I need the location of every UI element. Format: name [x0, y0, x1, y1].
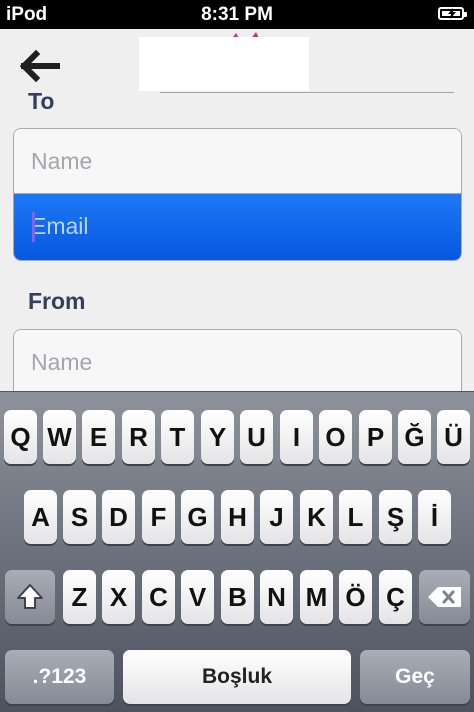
from-label: From	[28, 288, 86, 314]
text-cursor	[32, 212, 35, 242]
shift-key[interactable]	[5, 570, 55, 624]
from-name-field[interactable]: Name	[14, 330, 461, 395]
key-a[interactable]: A	[24, 490, 57, 544]
key-c[interactable]: C	[142, 570, 175, 624]
keyboard: Q W E R T Y U I O P Ğ Ü A S D F G H J K …	[0, 391, 474, 712]
app-header	[0, 29, 474, 93]
header-divider	[160, 92, 454, 93]
key-q[interactable]: Q	[4, 410, 37, 464]
key-p[interactable]: P	[359, 410, 392, 464]
key-l[interactable]: L	[339, 490, 372, 544]
key-b[interactable]: B	[221, 570, 254, 624]
space-key[interactable]: Boşluk	[123, 650, 351, 704]
numbers-key[interactable]: .?123	[5, 650, 114, 704]
key-u[interactable]: U	[240, 410, 273, 464]
shift-icon	[17, 584, 43, 609]
key-d[interactable]: D	[102, 490, 135, 544]
key-u-umlaut[interactable]: Ü	[437, 410, 470, 464]
status-time: 8:31 PM	[201, 4, 273, 25]
delete-key[interactable]	[419, 570, 470, 624]
key-n[interactable]: N	[260, 570, 293, 624]
return-key[interactable]: Geç	[360, 650, 470, 704]
key-w[interactable]: W	[43, 410, 76, 464]
key-i-dotted[interactable]: İ	[418, 490, 451, 544]
arrow-left-icon	[19, 49, 60, 83]
key-o-umlaut[interactable]: Ö	[339, 570, 372, 624]
logo	[139, 37, 309, 91]
to-name-field[interactable]: Name	[14, 129, 461, 194]
key-z[interactable]: Z	[63, 570, 96, 624]
key-i[interactable]: I	[280, 410, 313, 464]
key-r[interactable]: R	[122, 410, 155, 464]
to-label: To	[28, 88, 55, 114]
key-k[interactable]: K	[300, 490, 333, 544]
key-h[interactable]: H	[221, 490, 254, 544]
key-x[interactable]: X	[102, 570, 135, 624]
key-s-cedilla[interactable]: Ş	[379, 490, 412, 544]
key-e[interactable]: E	[82, 410, 115, 464]
key-f[interactable]: F	[142, 490, 175, 544]
to-email-placeholder: Email	[31, 213, 89, 239]
key-g[interactable]: G	[181, 490, 214, 544]
key-o[interactable]: O	[319, 410, 352, 464]
to-field-group: Name Email	[13, 128, 462, 261]
back-button[interactable]	[19, 49, 64, 83]
key-j[interactable]: J	[260, 490, 293, 544]
status-bar: iPod 8:31 PM	[0, 0, 474, 29]
key-v[interactable]: V	[181, 570, 214, 624]
key-t[interactable]: T	[161, 410, 194, 464]
key-g-breve[interactable]: Ğ	[398, 410, 431, 464]
key-y[interactable]: Y	[201, 410, 234, 464]
key-c-cedilla[interactable]: Ç	[379, 570, 412, 624]
to-email-field[interactable]: Email	[14, 194, 461, 260]
backspace-icon	[428, 587, 461, 607]
key-m[interactable]: M	[300, 570, 333, 624]
key-s[interactable]: S	[63, 490, 96, 544]
battery-charging-icon	[438, 7, 467, 20]
